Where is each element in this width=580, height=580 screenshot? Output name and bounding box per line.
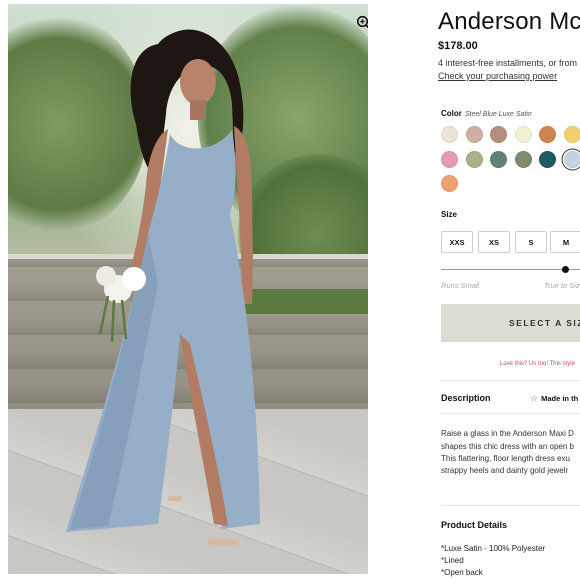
color-swatch[interactable] [490,126,507,143]
size-option-m[interactable]: M [550,231,580,253]
zoom-in-icon [356,15,368,29]
product-detail-item: *Luxe Satin - 100% Polyester [441,544,546,553]
product-detail-item: *Lined [441,556,464,565]
color-swatch[interactable] [563,150,580,168]
select-size-button[interactable]: SELECT A SIZE [441,304,580,342]
color-swatch[interactable] [539,126,556,143]
color-swatch[interactable] [490,150,507,168]
product-title: Anderson Mc [438,8,580,35]
size-option-s[interactable]: S [515,231,547,253]
fit-scale-indicator [562,266,570,273]
color-swatch[interactable] [514,126,532,143]
description-line: shapes this chic dress with an open b [441,442,574,451]
purchasing-power-link[interactable]: Check your purchasing power [438,71,557,81]
made-in-badge: ☆ Made in th [530,393,578,404]
size-label: Size [441,210,458,219]
select-size-label: SELECT A SIZE [509,318,580,328]
color-swatch[interactable] [514,150,532,168]
divider [441,380,580,381]
description-heading[interactable]: Description [441,393,491,403]
divider [441,505,580,506]
fit-true-to-size-label: True to Siz [544,281,580,290]
color-swatch[interactable] [465,126,483,143]
product-details-heading[interactable]: Product Details [441,520,507,530]
love-this-text: Love this? Us too! This style [500,361,575,367]
product-info-panel: Anderson Mc $178.00 4 interest-free inst… [438,0,580,580]
color-swatch[interactable] [563,126,580,143]
color-swatch[interactable] [441,175,458,192]
star-icon: ☆ [530,393,539,403]
divider [441,413,580,414]
made-in-text: Made in th [541,394,579,403]
product-detail-item: *Open back [441,568,483,577]
fit-runs-small-label: Runs Small [441,281,480,290]
color-selection-label: Color Steel Blue Luxe Satin [441,109,532,118]
product-price: $178.00 [438,40,478,52]
selected-color-name: Steel Blue Luxe Satin [464,111,532,118]
description-line: This flattering, floor length dress exu [441,454,570,463]
color-swatch[interactable] [539,150,556,168]
color-swatch[interactable] [441,126,458,143]
color-label: Color [441,109,462,118]
color-swatch[interactable] [465,150,483,168]
description-line: strappy heels and dainty gold jewelr [441,466,569,475]
model-figure [66,29,260,545]
size-option-xxs[interactable]: XXS [441,231,473,253]
installments-text: 4 interest-free installments, or from [438,58,578,68]
fit-scale-track [441,269,580,270]
color-swatch[interactable] [441,150,458,168]
description-line: Raise a glass in the Anderson Maxi D [441,429,574,438]
size-option-xs[interactable]: XS [478,231,510,253]
zoom-button[interactable] [353,12,368,34]
product-photo[interactable] [8,4,368,574]
